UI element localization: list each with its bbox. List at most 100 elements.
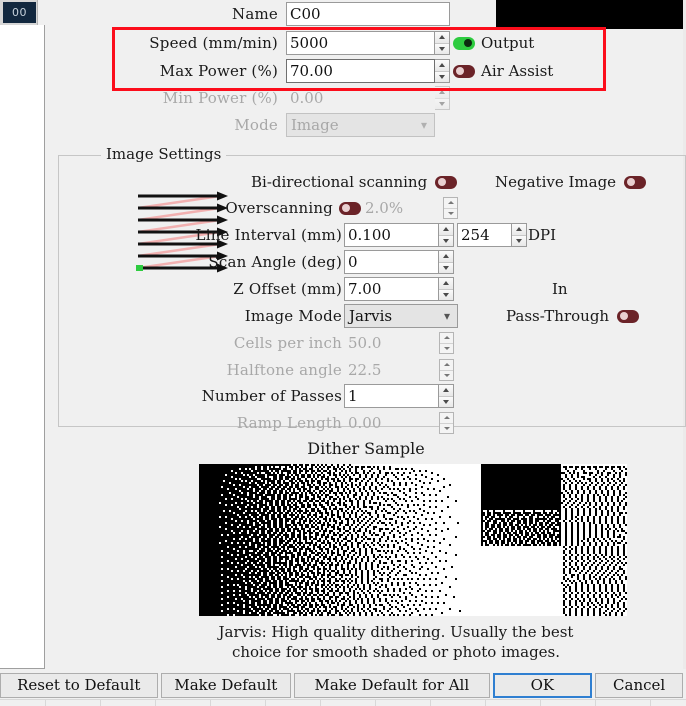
- ramp-length-value: 0.00: [348, 414, 382, 432]
- dither-sample-title: Dither Sample: [307, 439, 425, 458]
- ramp-length-spin-up: [440, 413, 453, 424]
- z-offset-spinner[interactable]: [439, 277, 454, 301]
- layer-color-swatch[interactable]: [496, 0, 686, 29]
- layer-list-panel[interactable]: [0, 25, 45, 669]
- line-interval-spinner[interactable]: [439, 223, 454, 247]
- number-of-passes-spinner[interactable]: [439, 384, 454, 408]
- settings-pane: Name Speed (mm/min) Output Max Power (%): [46, 0, 686, 669]
- z-offset-label: Z Offset (mm): [233, 280, 342, 298]
- dither-canvas: [199, 464, 627, 616]
- scan-angle-spin-down[interactable]: [439, 262, 453, 273]
- number-of-passes-input[interactable]: [344, 384, 439, 408]
- mode-value: Image: [291, 116, 339, 134]
- bidirectional-row[interactable]: Bi-directional scanning: [251, 170, 458, 194]
- halftone-angle-spin-down: [440, 370, 453, 380]
- z-offset-row: Z Offset (mm): [46, 277, 454, 301]
- mode-combobox: Image ▾: [286, 113, 435, 137]
- max-power-input[interactable]: [286, 59, 435, 83]
- scan-angle-row: Scan Angle (deg): [46, 250, 454, 274]
- pass-through-toggle[interactable]: [617, 309, 640, 323]
- bidirectional-toggle[interactable]: [435, 175, 458, 189]
- halftone-angle-label: Halftone angle: [226, 361, 342, 379]
- in-label: In: [552, 280, 568, 298]
- min-power-value: 0.00: [290, 89, 324, 107]
- output-toggle-row[interactable]: Output: [453, 31, 534, 55]
- name-input[interactable]: [286, 2, 450, 26]
- halftone-angle-spin-up: [440, 360, 453, 371]
- number-of-passes-label: Number of Passes: [201, 387, 342, 405]
- dpi-spin-down[interactable]: [512, 235, 526, 246]
- output-label: Output: [481, 34, 535, 52]
- cut-settings-dialog: 00 Name Speed (mm/min) Output Max Power …: [0, 0, 686, 706]
- bottom-toolbar-sliver: [0, 699, 686, 706]
- bidirectional-label: Bi-directional scanning: [251, 173, 428, 191]
- make-default-for-all-button[interactable]: Make Default for All: [294, 672, 490, 698]
- max-power-spin-down[interactable]: [435, 71, 449, 82]
- cancel-button[interactable]: Cancel: [595, 672, 683, 698]
- speed-input[interactable]: [286, 31, 435, 55]
- line-interval-spin-up[interactable]: [439, 224, 453, 236]
- scan-angle-spinner[interactable]: [439, 250, 454, 274]
- number-of-passes-row: Number of Passes: [46, 384, 454, 408]
- speed-label: Speed (mm/min): [149, 34, 278, 52]
- z-offset-input[interactable]: [344, 277, 439, 301]
- max-power-label: Max Power (%): [159, 62, 278, 80]
- max-power-spin-up[interactable]: [435, 60, 449, 72]
- line-interval-label: Line Interval (mm): [195, 226, 342, 244]
- speed-row: Speed (mm/min): [46, 31, 494, 55]
- ramp-length-label: Ramp Length: [236, 414, 342, 432]
- speed-spin-down[interactable]: [435, 43, 449, 54]
- image-mode-combobox[interactable]: Jarvis ▾: [344, 304, 458, 328]
- air-assist-toggle[interactable]: [453, 64, 475, 78]
- scan-angle-spin-up[interactable]: [439, 251, 453, 263]
- speed-spinner[interactable]: [435, 31, 450, 55]
- scan-angle-label: Scan Angle (deg): [208, 253, 342, 271]
- make-default-button[interactable]: Make Default: [160, 672, 292, 698]
- scan-angle-input[interactable]: [344, 250, 439, 274]
- min-power-spin-down: [435, 98, 449, 109]
- air-assist-label: Air Assist: [481, 62, 554, 80]
- line-interval-row: Line Interval (mm) DPI: [46, 223, 556, 247]
- cells-per-inch-row: Cells per inch 50.0: [46, 331, 454, 355]
- cells-per-inch-value: 50.0: [348, 334, 382, 352]
- min-power-spinner: [435, 86, 450, 110]
- number-of-passes-spin-up[interactable]: [439, 385, 453, 397]
- speed-spin-up[interactable]: [435, 32, 449, 44]
- overscanning-label: Overscanning: [225, 199, 333, 217]
- dialog-button-bar: Reset to Default Make Default Make Defau…: [0, 672, 686, 698]
- min-power-row: Min Power (%) 0.00: [46, 86, 494, 110]
- chevron-down-icon[interactable]: ▾: [437, 309, 457, 323]
- cells-per-inch-spin-up: [440, 333, 453, 344]
- pass-through-row[interactable]: Pass-Through: [506, 304, 640, 328]
- mode-label: Mode: [234, 116, 278, 134]
- pass-through-label: Pass-Through: [506, 307, 610, 325]
- negative-image-toggle[interactable]: [624, 175, 647, 189]
- name-label: Name: [232, 5, 278, 23]
- number-of-passes-spin-down[interactable]: [439, 396, 453, 407]
- output-toggle[interactable]: [453, 36, 475, 50]
- max-power-spinner[interactable]: [435, 59, 450, 83]
- image-settings-title: Image Settings: [101, 145, 227, 163]
- line-interval-input[interactable]: [344, 223, 439, 247]
- z-offset-spin-up[interactable]: [439, 278, 453, 290]
- reset-to-default-button[interactable]: Reset to Default: [0, 672, 158, 698]
- line-interval-spin-down[interactable]: [439, 235, 453, 246]
- cells-per-inch-spinner: [439, 332, 454, 354]
- air-assist-toggle-row[interactable]: Air Assist: [453, 59, 553, 83]
- overscanning-row: Overscanning 2.0%: [46, 196, 459, 220]
- min-power-spin-up: [435, 87, 449, 99]
- dpi-spinner[interactable]: [512, 223, 527, 247]
- negative-image-row[interactable]: Negative Image: [495, 170, 647, 194]
- dither-description-line2: choice for smooth shaded or photo images…: [231, 643, 561, 661]
- tab-layer-00[interactable]: 00: [3, 2, 36, 23]
- dpi-spin-up[interactable]: [512, 224, 526, 236]
- image-mode-row: Image Mode Jarvis ▾: [46, 304, 458, 328]
- overscanning-toggle[interactable]: [339, 201, 361, 215]
- mode-row: Mode Image ▾: [46, 113, 494, 137]
- tab-strip: 00: [0, 0, 38, 25]
- z-offset-spin-down[interactable]: [439, 289, 453, 300]
- dpi-input[interactable]: [457, 223, 512, 247]
- chevron-down-icon: ▾: [420, 118, 428, 132]
- negative-image-label: Negative Image: [495, 173, 617, 191]
- ok-button[interactable]: OK: [492, 672, 593, 698]
